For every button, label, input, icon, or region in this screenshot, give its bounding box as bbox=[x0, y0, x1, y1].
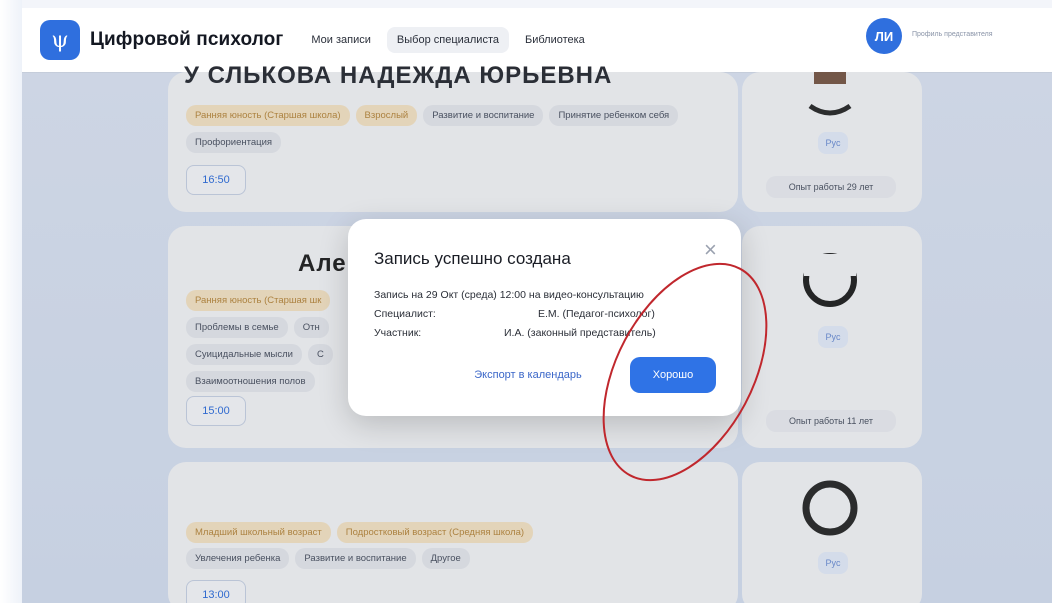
main-nav: Мои записи Выбор специалиста Библиотека bbox=[301, 27, 594, 53]
nav-choose-specialist[interactable]: Выбор специалиста bbox=[386, 27, 509, 53]
specialist-row: Специалист: Е.М. (Педагог-психолог) bbox=[374, 308, 714, 320]
dialog-title: Запись успешно создана bbox=[374, 249, 571, 268]
brand-title[interactable]: Цифровой психолог bbox=[90, 29, 283, 51]
psi-logo-icon[interactable]: ψ bbox=[40, 20, 80, 60]
participant-label: Участник: bbox=[374, 327, 422, 339]
success-dialog: Запись успешно создана × Запись на 29 Ок… bbox=[348, 219, 741, 416]
ok-button[interactable]: Хорошо bbox=[630, 357, 716, 393]
nav-my-appointments[interactable]: Мои записи bbox=[301, 27, 381, 53]
profile-link[interactable]: Профиль представителя bbox=[912, 31, 992, 38]
export-calendar-button[interactable]: Экспорт в календарь bbox=[454, 357, 602, 393]
participant-row: Участник: И.А. (законный представитель) bbox=[374, 327, 714, 339]
specialist-value: Е.М. (Педагог-психолог) bbox=[538, 308, 655, 320]
participant-value: И.А. (законный представитель) bbox=[504, 327, 656, 339]
appointment-details: Запись на 29 Окт (среда) 12:00 на видео-… bbox=[374, 289, 644, 301]
specialist-label: Специалист: bbox=[374, 308, 436, 320]
left-edge bbox=[0, 0, 22, 603]
user-avatar[interactable]: ЛИ bbox=[866, 18, 902, 54]
nav-library[interactable]: Библиотека bbox=[515, 27, 595, 53]
close-icon[interactable]: × bbox=[704, 239, 717, 261]
